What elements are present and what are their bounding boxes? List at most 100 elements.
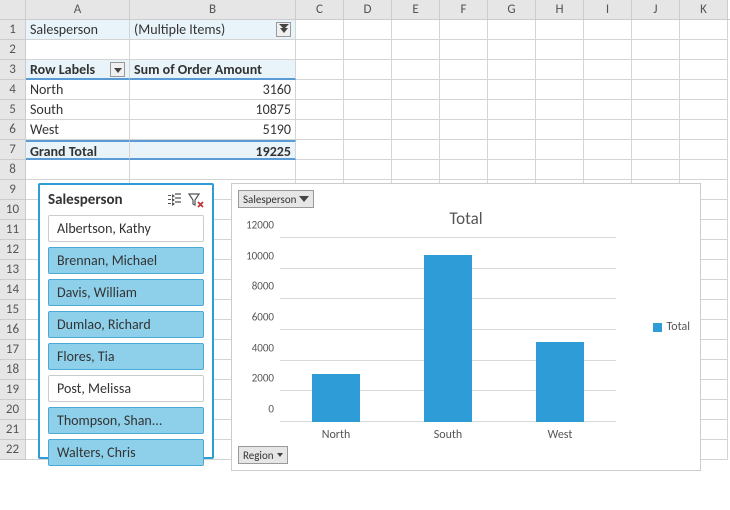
cell-C7[interactable] bbox=[296, 140, 344, 160]
row-labels-dropdown-icon[interactable] bbox=[110, 62, 125, 77]
row-header-7[interactable]: 7 bbox=[0, 140, 26, 160]
cell-G1[interactable] bbox=[488, 20, 536, 40]
cell-A2[interactable] bbox=[26, 40, 130, 60]
cell-H1[interactable] bbox=[536, 20, 584, 40]
column-header-G[interactable]: G bbox=[488, 0, 536, 19]
cell-I7[interactable] bbox=[584, 140, 632, 160]
slicer-item-1[interactable]: Brennan, Michael bbox=[48, 247, 204, 274]
clear-filter-icon[interactable] bbox=[188, 192, 204, 208]
row-header-21[interactable]: 21 bbox=[0, 420, 26, 440]
cell-G4[interactable] bbox=[488, 80, 536, 100]
row-header-9[interactable]: 9 bbox=[0, 180, 26, 200]
cell-C6[interactable] bbox=[296, 120, 344, 140]
cell-A1[interactable]: Salesperson bbox=[26, 20, 130, 40]
row-header-13[interactable]: 13 bbox=[0, 260, 26, 280]
multiselect-icon[interactable] bbox=[166, 192, 182, 208]
cell-B8[interactable] bbox=[130, 160, 296, 180]
cell-I4[interactable] bbox=[584, 80, 632, 100]
cell-E8[interactable] bbox=[392, 160, 440, 180]
row-header-4[interactable]: 4 bbox=[0, 80, 26, 100]
cell-I2[interactable] bbox=[584, 40, 632, 60]
cell-E7[interactable] bbox=[392, 140, 440, 160]
slicer-item-0[interactable]: Albertson, Kathy bbox=[48, 215, 204, 242]
cell-J4[interactable] bbox=[632, 80, 680, 100]
row-header-19[interactable]: 19 bbox=[0, 380, 26, 400]
cell-D1[interactable] bbox=[344, 20, 392, 40]
cell-C2[interactable] bbox=[296, 40, 344, 60]
cell-D8[interactable] bbox=[344, 160, 392, 180]
cell-D6[interactable] bbox=[344, 120, 392, 140]
cell-F8[interactable] bbox=[440, 160, 488, 180]
cell-E4[interactable] bbox=[392, 80, 440, 100]
row-header-6[interactable]: 6 bbox=[0, 120, 26, 140]
cell-B5[interactable]: 10875 bbox=[130, 100, 296, 120]
cell-J2[interactable] bbox=[632, 40, 680, 60]
cell-H5[interactable] bbox=[536, 100, 584, 120]
cell-D7[interactable] bbox=[344, 140, 392, 160]
slicer-item-5[interactable]: Post, Melissa bbox=[48, 375, 204, 402]
cell-D4[interactable] bbox=[344, 80, 392, 100]
cell-G7[interactable] bbox=[488, 140, 536, 160]
chart-filter-salesperson[interactable]: Salesperson bbox=[238, 190, 314, 208]
row-header-12[interactable]: 12 bbox=[0, 240, 26, 260]
cell-A6[interactable]: West bbox=[26, 120, 130, 140]
cell-E2[interactable] bbox=[392, 40, 440, 60]
cell-H8[interactable] bbox=[536, 160, 584, 180]
row-header-10[interactable]: 10 bbox=[0, 200, 26, 220]
row-header-17[interactable]: 17 bbox=[0, 340, 26, 360]
cell-K4[interactable] bbox=[680, 80, 728, 100]
cell-K3[interactable] bbox=[680, 60, 728, 80]
cell-C5[interactable] bbox=[296, 100, 344, 120]
cell-K6[interactable] bbox=[680, 120, 728, 140]
slicer-item-3[interactable]: Dumlao, Richard bbox=[48, 311, 204, 338]
cell-G2[interactable] bbox=[488, 40, 536, 60]
cell-B7[interactable]: 19225 bbox=[130, 140, 296, 160]
row-header-11[interactable]: 11 bbox=[0, 220, 26, 240]
cell-I8[interactable] bbox=[584, 160, 632, 180]
row-header-20[interactable]: 20 bbox=[0, 400, 26, 420]
cell-B6[interactable]: 5190 bbox=[130, 120, 296, 140]
row-header-22[interactable]: 22 bbox=[0, 440, 26, 460]
cell-F5[interactable] bbox=[440, 100, 488, 120]
cell-C8[interactable] bbox=[296, 160, 344, 180]
cell-H7[interactable] bbox=[536, 140, 584, 160]
slicer-item-7[interactable]: Walters, Chris bbox=[48, 439, 204, 466]
cell-G8[interactable] bbox=[488, 160, 536, 180]
column-header-E[interactable]: E bbox=[392, 0, 440, 19]
cell-J1[interactable] bbox=[632, 20, 680, 40]
cell-E5[interactable] bbox=[392, 100, 440, 120]
cell-A7[interactable]: Grand Total bbox=[26, 140, 130, 160]
cell-K2[interactable] bbox=[680, 40, 728, 60]
cell-E3[interactable] bbox=[392, 60, 440, 80]
column-header-I[interactable]: I bbox=[584, 0, 632, 19]
cell-I5[interactable] bbox=[584, 100, 632, 120]
cell-F7[interactable] bbox=[440, 140, 488, 160]
cell-I3[interactable] bbox=[584, 60, 632, 80]
cell-D3[interactable] bbox=[344, 60, 392, 80]
cell-F3[interactable] bbox=[440, 60, 488, 80]
cell-K5[interactable] bbox=[680, 100, 728, 120]
cell-H3[interactable] bbox=[536, 60, 584, 80]
cell-J3[interactable] bbox=[632, 60, 680, 80]
cell-H6[interactable] bbox=[536, 120, 584, 140]
cell-H4[interactable] bbox=[536, 80, 584, 100]
cell-A3[interactable]: Row Labels bbox=[26, 60, 130, 80]
cell-F4[interactable] bbox=[440, 80, 488, 100]
cell-I1[interactable] bbox=[584, 20, 632, 40]
row-header-5[interactable]: 5 bbox=[0, 100, 26, 120]
column-header-B[interactable]: B bbox=[130, 0, 296, 19]
cell-F6[interactable] bbox=[440, 120, 488, 140]
row-header-2[interactable]: 2 bbox=[0, 40, 26, 60]
cell-A8[interactable] bbox=[26, 160, 130, 180]
pivot-chart[interactable]: Salesperson Region Total 020004000600080… bbox=[231, 183, 701, 471]
cell-I6[interactable] bbox=[584, 120, 632, 140]
cell-E1[interactable] bbox=[392, 20, 440, 40]
column-header-C[interactable]: C bbox=[296, 0, 344, 19]
cell-B2[interactable] bbox=[130, 40, 296, 60]
cell-H2[interactable] bbox=[536, 40, 584, 60]
cell-F2[interactable] bbox=[440, 40, 488, 60]
cell-J5[interactable] bbox=[632, 100, 680, 120]
cell-G5[interactable] bbox=[488, 100, 536, 120]
slicer-item-6[interactable]: Thompson, Shan... bbox=[48, 407, 204, 434]
column-header-J[interactable]: J bbox=[632, 0, 680, 19]
